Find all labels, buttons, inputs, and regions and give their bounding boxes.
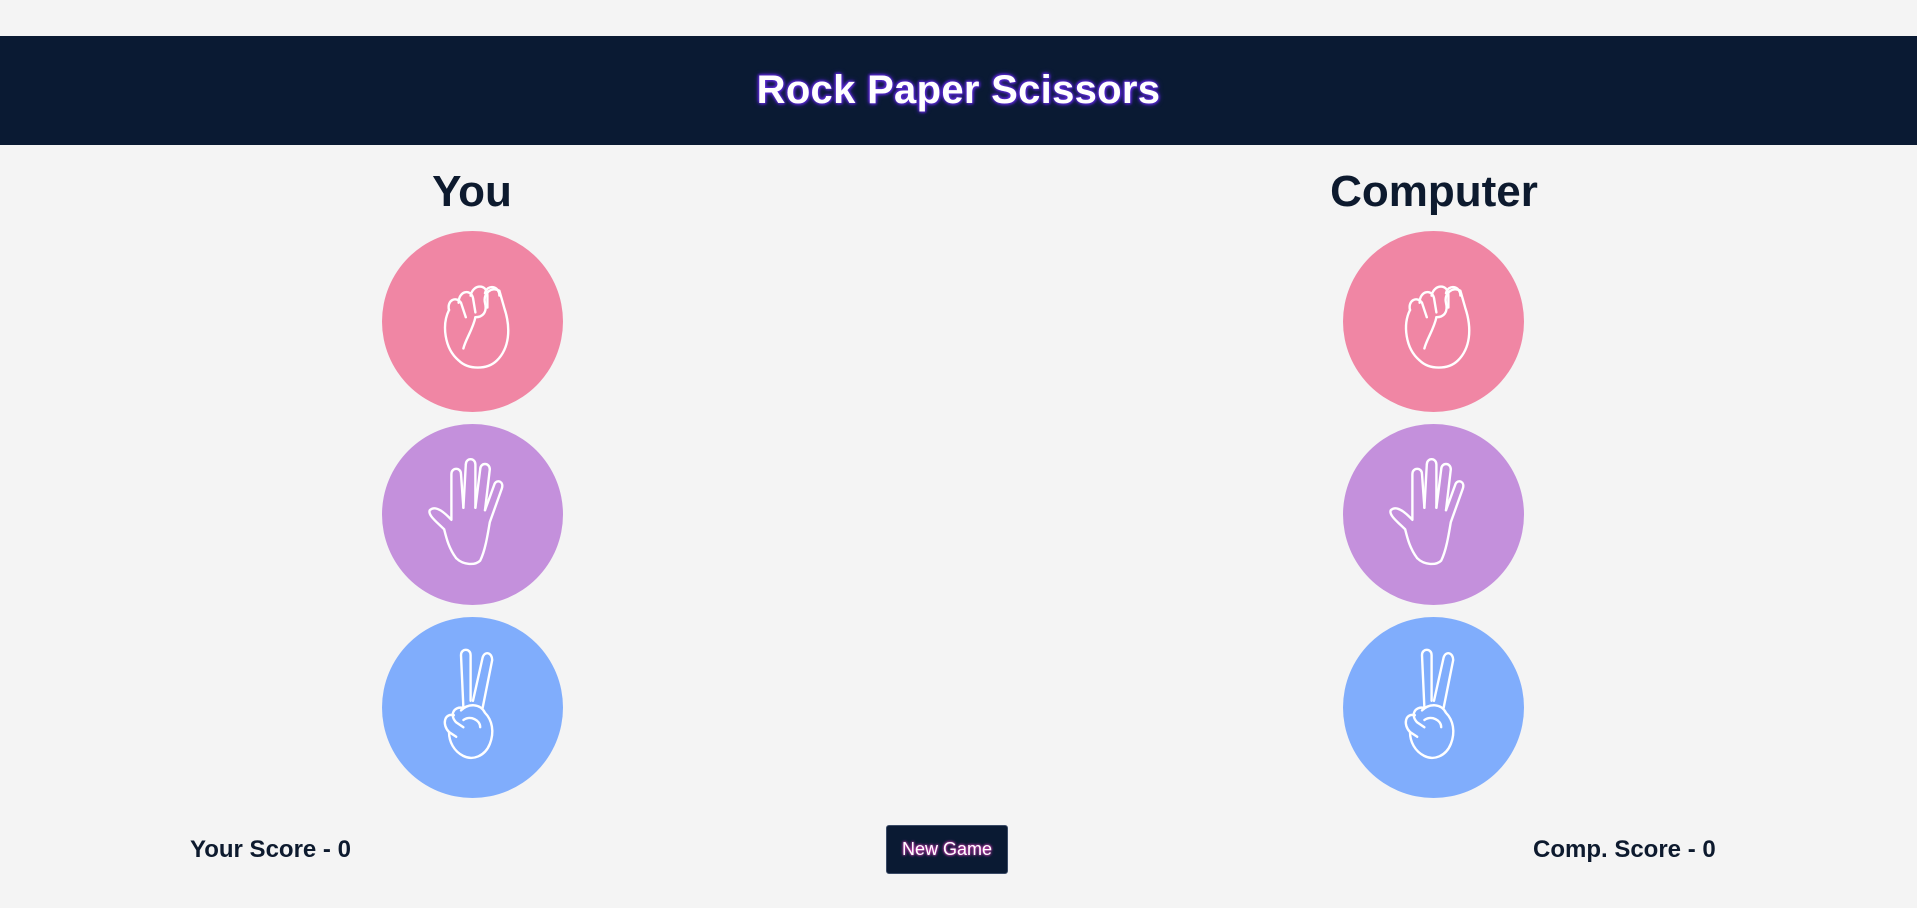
- player-title-you: You: [432, 167, 512, 216]
- you-paper-button[interactable]: [382, 424, 563, 605]
- app-header: Rock Paper Scissors: [0, 36, 1917, 145]
- peace-hand-icon: [443, 648, 493, 759]
- page-title: Rock Paper Scissors: [756, 68, 1161, 112]
- your-score: Your Score - 0: [190, 836, 351, 863]
- you-rock-button[interactable]: [382, 231, 563, 412]
- computer-rock-choice: [1343, 231, 1524, 412]
- peace-hand-icon: [1404, 648, 1454, 759]
- computer-paper-choice: [1343, 424, 1524, 605]
- open-hand-icon: [1388, 457, 1464, 565]
- computer-scissors-choice: [1343, 617, 1524, 798]
- open-hand-icon: [427, 457, 503, 565]
- player-title-computer: Computer: [1330, 167, 1538, 216]
- fist-icon: [1404, 284, 1470, 369]
- computer-score: Comp. Score - 0: [1533, 836, 1716, 863]
- you-scissors-button[interactable]: [382, 617, 563, 798]
- fist-icon: [443, 284, 509, 369]
- new-game-button[interactable]: New Game: [886, 825, 1008, 874]
